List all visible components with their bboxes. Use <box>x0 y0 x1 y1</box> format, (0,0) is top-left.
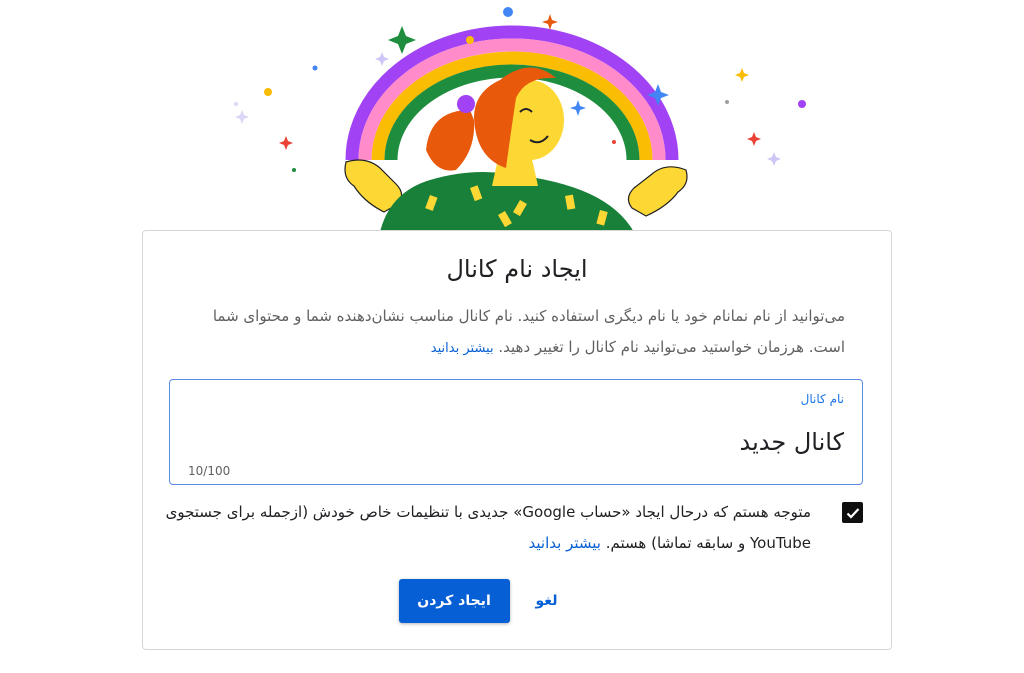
learn-more-link[interactable]: بیشتر بدانید <box>431 341 494 356</box>
consent-checkbox[interactable] <box>842 502 863 523</box>
description-text: می‌توانید از نام نمانام خود یا نام دیگری… <box>212 307 845 356</box>
checkmark-icon <box>846 507 859 519</box>
channel-name-field[interactable]: نام کانال 10/100 <box>169 379 863 485</box>
channel-name-label: نام کانال <box>800 392 844 406</box>
create-channel-page: ایجاد نام کانال می‌توانید از نام نمانام … <box>0 0 1024 673</box>
channel-name-input[interactable] <box>204 422 844 462</box>
consent-text: متوجه هستم که درحال ایجاد «حساب Google» … <box>161 497 811 559</box>
consent-learn-more-link[interactable]: بیشتر بدانید <box>529 534 601 552</box>
character-counter: 10/100 <box>188 464 231 478</box>
consent-label: متوجه هستم که درحال ایجاد «حساب Google» … <box>165 503 811 552</box>
rainbow-person-illustration <box>234 7 806 232</box>
create-button[interactable]: ایجاد کردن <box>398 579 510 623</box>
dialog-description: می‌توانید از نام نمانام خود یا نام دیگری… <box>185 301 845 364</box>
dialog-title: ایجاد نام کانال <box>446 255 588 283</box>
cancel-button[interactable]: لغو <box>530 583 564 619</box>
dialog-actions: لغو ایجاد کردن <box>143 579 891 623</box>
create-channel-dialog: ایجاد نام کانال می‌توانید از نام نمانام … <box>142 230 892 650</box>
